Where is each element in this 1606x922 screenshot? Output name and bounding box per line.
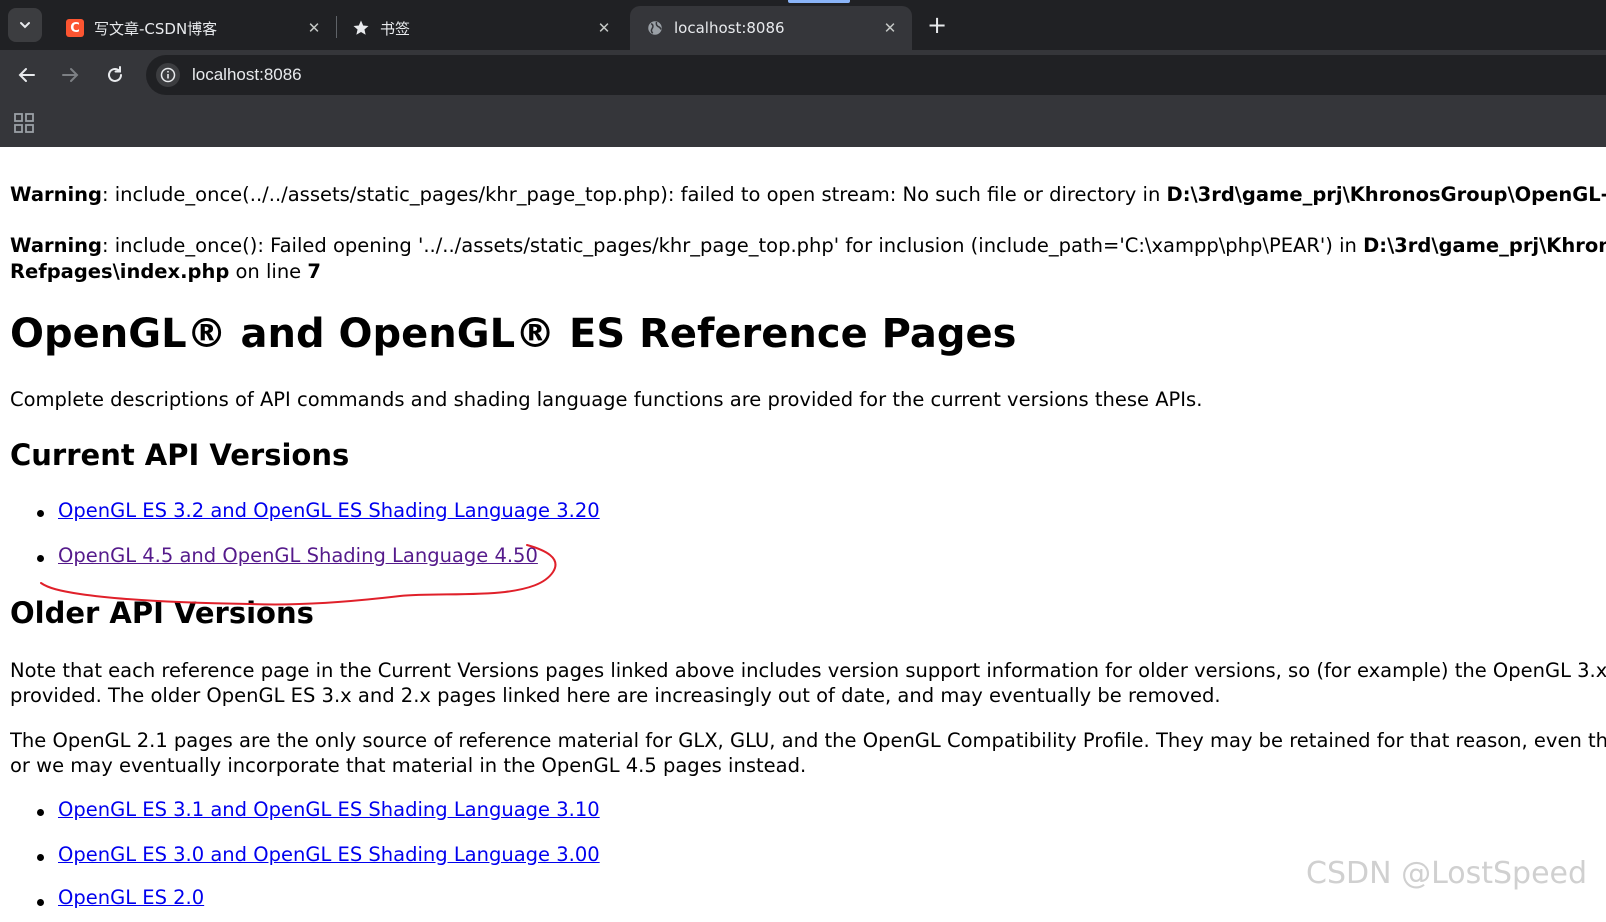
tab-bookmarks[interactable]: 书签 ✕ [336, 6, 626, 50]
list-bullet [37, 809, 44, 816]
older-versions-heading: Older API Versions [10, 596, 314, 630]
older-note-2: The OpenGL 2.1 pages are the only source… [10, 729, 1606, 752]
warning-path: D:\3rd\game_prj\KhronosGroup\OpenGL-Refp… [1166, 183, 1606, 206]
warning-path: D:\3rd\game_prj\KhronosG [1363, 234, 1606, 257]
tab-search-button[interactable] [8, 8, 42, 42]
browser-toolbar: localhost:8086 [0, 50, 1606, 100]
page-title: OpenGL® and OpenGL® ES Reference Pages [10, 311, 1017, 357]
bookmarks-bar [0, 100, 1606, 147]
tab-title: 写文章-CSDN博客 [94, 19, 218, 38]
warning-online: on line [229, 260, 308, 283]
older-note-1-cont: provided. The older OpenGL ES 3.x and 2.… [10, 684, 1221, 707]
php-warning-2: Warning: include_once(): Failed opening … [10, 234, 1606, 257]
list-bullet [37, 510, 44, 517]
list-bullet [37, 899, 44, 906]
current-versions-heading: Current API Versions [10, 438, 350, 472]
warning-label: Warning [10, 234, 102, 257]
csdn-icon: C [66, 19, 84, 37]
close-icon[interactable]: ✕ [304, 18, 324, 38]
warning-line-number: 7 [307, 260, 321, 283]
tab-title: 书签 [380, 19, 411, 38]
link-opengl-es-2-0[interactable]: OpenGL ES 2.0 [58, 886, 204, 909]
link-opengl-es-3-0[interactable]: OpenGL ES 3.0 and OpenGL ES Shading Lang… [58, 843, 600, 866]
address-bar[interactable]: localhost:8086 [146, 55, 1606, 95]
star-icon [353, 20, 369, 35]
tab-localhost[interactable]: localhost:8086 ✕ [630, 6, 912, 50]
close-icon[interactable]: ✕ [880, 18, 900, 38]
warning-path-file: Refpages\index.php [10, 260, 230, 283]
close-icon[interactable]: ✕ [594, 18, 614, 38]
warning-text: : include_once(): Failed opening '../../… [102, 234, 1364, 257]
link-opengl-es-3-2[interactable]: OpenGL ES 3.2 and OpenGL ES Shading Lang… [58, 499, 600, 522]
tab-strip: C 写文章-CSDN博客 ✕ 书签 ✕ localhost:8086 ✕ + [0, 0, 1606, 50]
list-bullet [37, 555, 44, 562]
warning-text: : include_once(../../assets/static_pages… [102, 183, 1167, 206]
back-button[interactable] [12, 60, 42, 90]
php-warning-1: Warning: include_once(../../assets/stati… [10, 183, 1606, 206]
arrow-left-icon [18, 68, 35, 82]
reload-button[interactable] [100, 60, 130, 90]
address-url[interactable]: localhost:8086 [192, 65, 302, 85]
link-opengl-4-5[interactable]: OpenGL 4.5 and OpenGL Shading Language 4… [58, 544, 538, 567]
older-note-2-cont: or we may eventually incorporate that ma… [10, 754, 807, 777]
forward-button[interactable] [55, 60, 85, 90]
link-opengl-es-3-1[interactable]: OpenGL ES 3.1 and OpenGL ES Shading Lang… [58, 798, 600, 821]
tab-loading-indicator [788, 0, 850, 3]
info-icon [160, 67, 176, 83]
reload-icon [108, 66, 122, 82]
apps-grid-icon[interactable] [13, 112, 35, 134]
older-note-1: Note that each reference page in the Cur… [10, 659, 1606, 682]
php-warning-2-cont: Refpages\index.php on line 7 [10, 260, 321, 283]
globe-icon [648, 21, 662, 35]
list-bullet [37, 854, 44, 861]
watermark: CSDN @LostSpeed [1306, 856, 1588, 891]
warning-label: Warning [10, 183, 102, 206]
site-info-icon[interactable] [156, 63, 180, 87]
tab-title: localhost:8086 [674, 19, 785, 37]
intro-paragraph: Complete descriptions of API commands an… [10, 388, 1203, 411]
page-content: Warning: include_once(../../assets/stati… [10, 147, 1606, 922]
new-tab-button[interactable]: + [922, 10, 952, 40]
tab-csdn[interactable]: C 写文章-CSDN博客 ✕ [50, 6, 336, 50]
chevron-down-icon [20, 22, 30, 29]
arrow-right-icon [62, 68, 79, 82]
